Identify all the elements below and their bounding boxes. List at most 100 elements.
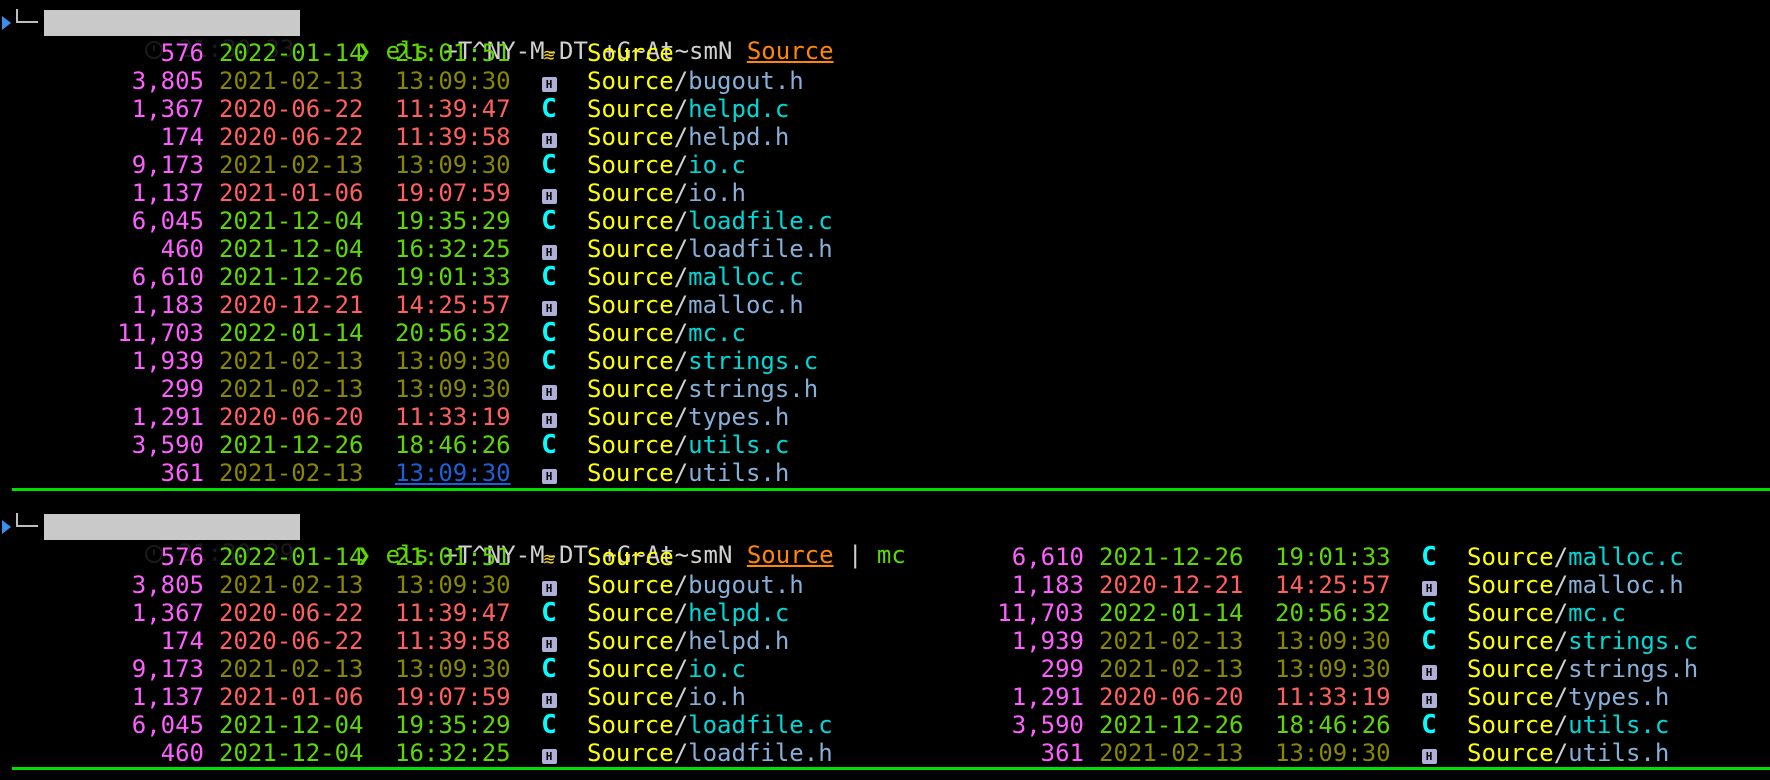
path-separator: / <box>673 627 689 655</box>
c-file-icon: C <box>1421 626 1437 656</box>
file-entry-row[interactable]: 9,173 2021-02-13 13:09:30 C Source/io.c <box>0 151 860 179</box>
file-name[interactable]: Source/utils.c <box>1467 711 1669 739</box>
file-name[interactable]: Source/bugout.h <box>587 67 804 95</box>
file-time: 11:33:19 <box>395 403 511 431</box>
file-name[interactable]: Source/malloc.h <box>1467 571 1684 599</box>
dir-name: Source <box>587 95 674 123</box>
file-name[interactable]: Source/mc.c <box>587 319 746 347</box>
file-basename: strings.c <box>688 347 819 375</box>
file-entry-row[interactable]: 1,183 2020-12-21 14:25:57 H Source/malloc.h <box>0 291 860 319</box>
h-file-icon: H <box>541 123 557 151</box>
file-entry-row[interactable]: 460 2021-12-04 16:32:25 H Source/loadfile.h <box>0 235 860 263</box>
dir-name: Source <box>1467 655 1554 683</box>
file-entry-row[interactable]: 1,183 2020-12-21 14:25:57 H Source/malloc.h <box>880 571 1740 599</box>
file-name[interactable]: Source/loadfile.c <box>587 711 833 739</box>
file-entry-row[interactable]: 174 2020-06-22 11:39:58 H Source/helpd.h <box>0 123 860 151</box>
prompt-marker-icon <box>2 520 11 534</box>
file-date: 2021-02-13 <box>219 375 364 403</box>
file-entry-row[interactable]: 11,703 2022-01-14 20:56:32 C Source/mc.c <box>0 319 860 347</box>
file-time: 13:09:30 <box>395 347 511 375</box>
file-basename: helpd.c <box>688 599 790 627</box>
file-entry-row[interactable]: 1,291 2020-06-20 11:33:19 H Source/types.h <box>880 683 1740 711</box>
file-entry-row[interactable]: 174 2020-06-22 11:39:58 H Source/helpd.h <box>0 627 860 655</box>
file-entry-row[interactable]: 361 2021-02-13 13:09:30 H Source/utils.h <box>880 739 1740 767</box>
file-date: 2021-02-13 <box>219 655 364 683</box>
file-name[interactable]: Source/types.h <box>1467 683 1669 711</box>
file-name[interactable]: Source/bugout.h <box>587 571 804 599</box>
file-name[interactable]: Source/utils.h <box>587 459 789 487</box>
file-date: 2020-12-21 <box>1099 571 1244 599</box>
file-entry-row[interactable]: 1,137 2021-01-06 19:07:59 H Source/io.h <box>0 683 860 711</box>
file-time[interactable]: 13:09:30 <box>395 459 511 487</box>
file-name[interactable]: Source/helpd.h <box>587 123 789 151</box>
dir-name: Source <box>587 39 674 67</box>
file-basename: loadfile.c <box>688 711 833 739</box>
file-entry-row[interactable]: 1,367 2020-06-22 11:39:47 C Source/helpd.c <box>0 599 860 627</box>
file-name[interactable]: Source/loadfile.h <box>587 739 833 767</box>
file-entry-row[interactable]: 6,610 2021-12-26 19:01:33 C Source/malloc.c <box>0 263 860 291</box>
file-entry-row[interactable]: 1,291 2020-06-20 11:33:19 H Source/types.h <box>0 403 860 431</box>
file-entry-row[interactable]: 9,173 2021-02-13 13:09:30 C Source/io.c <box>0 655 860 683</box>
file-entry-row[interactable]: 1,939 2021-02-13 13:09:30 C Source/strings.c <box>0 347 860 375</box>
file-entry-row[interactable]: 576 2022-01-14 21:01:51 ≋ Source <box>0 39 860 67</box>
divider <box>12 767 1770 770</box>
file-name[interactable]: Source/strings.h <box>1467 655 1698 683</box>
dir-name: Source <box>587 151 674 179</box>
c-file-icon: C <box>541 150 557 180</box>
file-entry-row[interactable]: 1,939 2021-02-13 13:09:30 C Source/strings.c <box>880 627 1740 655</box>
file-name[interactable]: Source/malloc.h <box>587 291 804 319</box>
file-name[interactable]: Source/io.c <box>587 655 746 683</box>
file-date: 2022-01-14 <box>219 39 364 67</box>
file-entry-row[interactable]: 1,137 2021-01-06 19:07:59 H Source/io.h <box>0 179 860 207</box>
dir-name: Source <box>1467 683 1554 711</box>
file-name[interactable]: Source/io.h <box>587 683 746 711</box>
file-name[interactable]: Source/helpd.c <box>587 599 789 627</box>
file-name[interactable]: Source <box>587 39 674 67</box>
file-name[interactable]: Source/helpd.h <box>587 627 789 655</box>
file-name[interactable]: Source/strings.c <box>587 347 818 375</box>
file-entry-row[interactable]: 6,045 2021-12-04 19:35:29 C Source/loadfile.… <box>0 711 860 739</box>
prompt-segment-tip-icon <box>252 10 265 36</box>
terminal-window[interactable]: 21:30:33 ❯ els +T^NY-M-DT +G~At~smN Sour… <box>0 0 1770 780</box>
file-name[interactable]: Source/malloc.c <box>1467 543 1684 571</box>
file-entry-row[interactable]: 6,045 2021-12-04 19:35:29 C Source/loadfile.… <box>0 207 860 235</box>
dir-name: Source <box>1467 711 1554 739</box>
file-name[interactable]: Source/types.h <box>587 403 789 431</box>
source-dir-icon: ≋ <box>543 549 555 570</box>
file-time: 13:09:30 <box>395 655 511 683</box>
dir-name: Source <box>587 571 674 599</box>
file-entry-row[interactable]: 299 2021-02-13 13:09:30 H Source/strings.h <box>880 655 1740 683</box>
file-entry-row[interactable]: 299 2021-02-13 13:09:30 H Source/strings.h <box>0 375 860 403</box>
file-date: 2021-02-13 <box>219 571 364 599</box>
file-name[interactable]: Source/loadfile.h <box>587 235 833 263</box>
file-entry-row[interactable]: 576 2022-01-14 21:01:51 ≋ Source <box>0 543 860 571</box>
file-name[interactable]: Source/malloc.c <box>587 263 804 291</box>
file-entry-row[interactable]: 11,703 2022-01-14 20:56:32 C Source/mc.c <box>880 599 1740 627</box>
file-entry-row[interactable]: 3,590 2021-12-26 18:46:26 C Source/utils.c <box>880 711 1740 739</box>
file-basename: strings.h <box>688 375 819 403</box>
file-time: 19:07:59 <box>395 179 511 207</box>
file-name[interactable]: Source/io.c <box>587 151 746 179</box>
file-name[interactable]: Source/io.h <box>587 179 746 207</box>
file-entry-row[interactable]: 460 2021-12-04 16:32:25 H Source/loadfile.h <box>0 739 860 767</box>
file-entry-row[interactable]: 3,805 2021-02-13 13:09:30 H Source/bugout.h <box>0 67 860 95</box>
file-entry-row[interactable]: 3,590 2021-12-26 18:46:26 C Source/utils.c <box>0 431 860 459</box>
file-name[interactable]: Source <box>587 543 674 571</box>
file-entry-row[interactable]: 361 2021-02-13 13:09:30 H Source/utils.h <box>0 459 860 487</box>
file-size: 174 <box>160 627 204 655</box>
file-time: 13:09:30 <box>1275 655 1391 683</box>
file-name[interactable]: Source/mc.c <box>1467 599 1626 627</box>
file-date: 2021-02-13 <box>1099 739 1244 767</box>
file-name[interactable]: Source/strings.c <box>1467 627 1698 655</box>
file-name[interactable]: Source/loadfile.c <box>587 207 833 235</box>
file-name[interactable]: Source/utils.h <box>1467 739 1669 767</box>
file-entry-row[interactable]: 3,805 2021-02-13 13:09:30 H Source/bugout.h <box>0 571 860 599</box>
c-file-icon: C <box>541 94 557 124</box>
file-entry-row[interactable]: 6,610 2021-12-26 19:01:33 C Source/malloc.c <box>880 543 1740 571</box>
file-date: 2021-12-04 <box>219 739 364 767</box>
file-name[interactable]: Source/utils.c <box>587 431 789 459</box>
file-name[interactable]: Source/helpd.c <box>587 95 789 123</box>
file-entry-row[interactable]: 1,367 2020-06-22 11:39:47 C Source/helpd.c <box>0 95 860 123</box>
file-name[interactable]: Source/strings.h <box>587 375 818 403</box>
file-basename: loadfile.c <box>688 207 833 235</box>
